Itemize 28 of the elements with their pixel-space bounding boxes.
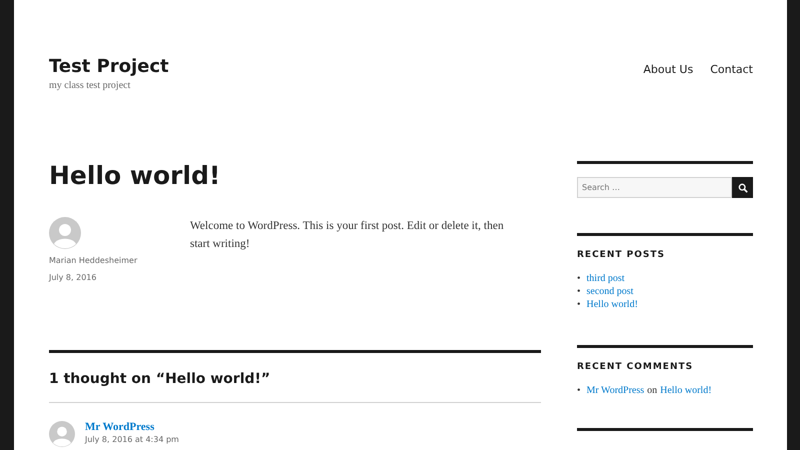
post-title: Hello world! <box>49 161 222 191</box>
search-icon <box>738 182 748 192</box>
recent-comment-connector: on <box>647 385 658 396</box>
search-button[interactable] <box>732 177 753 198</box>
widget-heading: RECENT COMMENTS <box>577 362 694 372</box>
recent-post-link[interactable]: second post <box>586 286 634 297</box>
comment-author-link[interactable]: Mr WordPress <box>586 385 644 396</box>
post-body: Welcome to WordPress. This is your first post. Edit or delete it, then start writing! <box>190 219 505 252</box>
bullet: • <box>577 385 581 396</box>
post-author[interactable]: Marian Heddesheimer <box>49 256 190 265</box>
recent-post-link[interactable]: third post <box>586 273 625 284</box>
site-title[interactable]: Test Project <box>49 56 169 78</box>
post-date[interactable]: July 8, 2016 <box>49 273 190 282</box>
bullet: • <box>577 286 581 297</box>
comment-post-link[interactable]: Hello world! <box>660 385 712 396</box>
comments-heading: 1 thought on “Hello world!” <box>49 371 272 387</box>
recent-post-link[interactable]: Hello world! <box>586 299 638 310</box>
bullet: • <box>577 299 581 310</box>
search-field[interactable]: Search … <box>577 177 732 198</box>
avatar-icon <box>49 217 81 249</box>
site-tagline: my class test project <box>49 80 132 91</box>
nav-link[interactable]: Contact <box>710 63 753 77</box>
nav-link[interactable]: About Us <box>643 63 694 77</box>
comment-author-link[interactable]: Mr WordPress <box>85 421 179 433</box>
comment-date[interactable]: July 8, 2016 at 4:34 pm <box>85 435 179 444</box>
bullet: • <box>577 273 581 284</box>
avatar-icon <box>49 421 75 447</box>
widget-heading: RECENT POSTS <box>577 250 666 260</box>
